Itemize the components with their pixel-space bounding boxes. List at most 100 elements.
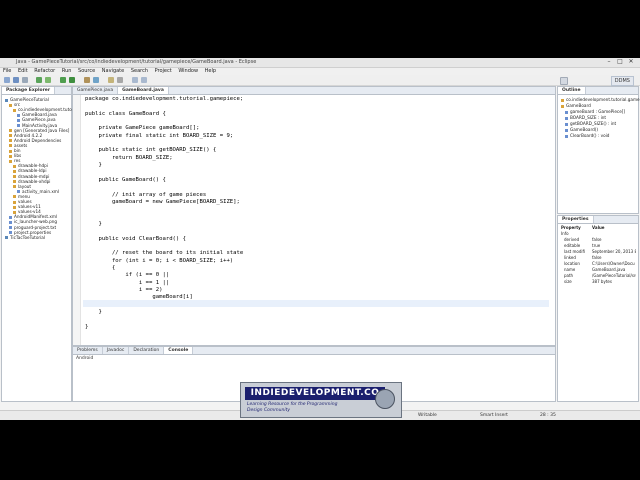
property-name: size [564, 279, 572, 284]
folder-icon [13, 169, 16, 173]
file-icon [9, 231, 12, 235]
editor-tabs: GamePiece.java GameBoard.java [73, 87, 555, 95]
menu-navigate[interactable]: Navigate [102, 68, 124, 74]
package-explorer-pane: Package Explorer GamePieceTutorial src co.… [1, 86, 82, 402]
new-icon[interactable] [4, 77, 10, 83]
menu-refactor[interactable]: Refactor [34, 68, 55, 74]
open-type-icon[interactable] [108, 77, 114, 83]
outline-item-label: GameBoard() [570, 127, 599, 132]
menu-window[interactable]: Window [178, 68, 198, 74]
code-line: // reset the board to its initial state [85, 250, 244, 257]
tree-item-label: TicTacToeTutorial [10, 234, 46, 240]
folder-icon [13, 164, 16, 168]
folder-icon [13, 200, 16, 204]
folder-icon [5, 98, 8, 102]
minimize-icon[interactable]: – [604, 59, 614, 65]
member-icon [565, 116, 568, 120]
tab-console[interactable]: Console [164, 347, 194, 354]
editor-gutter [73, 95, 81, 345]
package-icon [561, 98, 564, 102]
folder-icon [9, 144, 12, 148]
menu-run[interactable]: Run [62, 68, 72, 74]
menu-edit[interactable]: Edit [18, 68, 28, 74]
outline-item[interactable]: gameBoard : GamePiece[] [565, 109, 625, 114]
close-icon[interactable]: ✕ [626, 59, 636, 65]
outline-item[interactable]: BOARD_SIZE : int [565, 115, 606, 120]
menu-bar: File Edit Refactor Run Source Navigate S… [0, 68, 640, 75]
android-sdk-icon[interactable] [36, 77, 42, 83]
outline-item[interactable]: getBOARD_SIZE() : int [565, 121, 616, 126]
menu-project[interactable]: Project [155, 68, 172, 74]
back-icon[interactable] [132, 77, 138, 83]
tab-javadoc[interactable]: Javadoc [103, 347, 130, 354]
menu-search[interactable]: Search [131, 68, 148, 74]
file-icon [17, 113, 20, 117]
avd-manager-icon[interactable] [45, 77, 51, 83]
member-icon [565, 122, 568, 126]
watermark-title: INDIEDEVELOPMENT.CO [245, 387, 385, 400]
console-output: Android [76, 356, 94, 361]
tab-gameboard-java[interactable]: GameBoard.java [118, 87, 169, 94]
tab-problems[interactable]: Problems [73, 347, 103, 354]
property-name: editable [564, 243, 581, 248]
outline-item-label: BOARD_SIZE : int [570, 115, 607, 120]
file-icon [17, 190, 20, 194]
save-icon[interactable] [13, 77, 19, 83]
folder-icon [5, 236, 8, 240]
run-icon[interactable] [69, 77, 75, 83]
new-class-icon[interactable] [93, 77, 99, 83]
code-line: public static int getBOARD_SIZE() { [85, 147, 217, 154]
code-line: return BOARD_SIZE; [85, 154, 173, 161]
debug-icon[interactable] [60, 77, 66, 83]
tab-outline[interactable]: Outline [558, 87, 586, 94]
new-package-icon[interactable] [84, 77, 90, 83]
folder-icon [9, 154, 12, 158]
perspective-switcher[interactable]: DDMS [610, 76, 634, 86]
code-line: } [85, 309, 102, 316]
tab-declaration[interactable]: Declaration [129, 347, 165, 354]
outline-item-label: ClearBoard() : void [570, 133, 610, 138]
code-line: private final static int BOARD_SIZE = 9; [85, 132, 234, 139]
tree-item[interactable]: TicTacToeTutorial [5, 235, 45, 240]
folder-icon [9, 159, 12, 163]
status-writable: Writable [418, 413, 437, 418]
folder-icon [13, 175, 16, 178]
folder-icon [9, 149, 12, 153]
search-icon[interactable] [117, 77, 123, 83]
menu-help[interactable]: Help [205, 68, 216, 74]
forward-icon[interactable] [141, 77, 147, 83]
member-icon [565, 110, 568, 114]
outline-item[interactable]: co.indiedevelopment.tutorial.gamepi [561, 97, 640, 102]
code-line: public GameBoard() { [85, 176, 166, 183]
tab-properties[interactable]: Properties [558, 216, 594, 223]
outline-item-label: GameBoard [566, 103, 591, 108]
tab-gamepiece-java[interactable]: GamePiece.java [73, 87, 119, 94]
outline-tabs: Outline [558, 87, 638, 95]
properties-group-info: Info [561, 231, 569, 236]
code-line: for (int i = 0; i < BOARD_SIZE; i++) [85, 257, 234, 264]
quick-access-field[interactable] [560, 77, 568, 85]
property-name: path [564, 273, 574, 278]
menu-file[interactable]: File [3, 68, 11, 74]
outline-item[interactable]: GameBoard() [565, 127, 598, 132]
folder-icon [13, 108, 16, 112]
code-line: } [85, 162, 102, 169]
menu-source[interactable]: Source [78, 68, 95, 74]
folder-icon [13, 205, 16, 209]
eclipse-window: Java - GamePieceTutorial/src/co/indiedev… [0, 58, 640, 420]
code-line: gameBoard = new GamePiece[BOARD_SIZE]; [85, 198, 240, 205]
code-line: if (i == 0 || [85, 272, 170, 279]
folder-icon [13, 185, 16, 189]
properties-tabs: Properties [558, 216, 638, 224]
status-position: 28 : 35 [540, 413, 556, 418]
file-icon [9, 220, 12, 224]
tab-package-explorer[interactable]: Package Explorer [2, 87, 56, 94]
file-icon [17, 124, 20, 127]
print-icon[interactable] [22, 77, 28, 83]
maximize-icon[interactable]: □ [615, 59, 625, 65]
property-name: derived [564, 237, 580, 242]
outline-item[interactable]: ClearBoard() : void [565, 133, 609, 138]
outline-item[interactable]: GameBoard [561, 103, 591, 108]
file-icon [9, 226, 12, 229]
folder-icon [9, 129, 12, 133]
